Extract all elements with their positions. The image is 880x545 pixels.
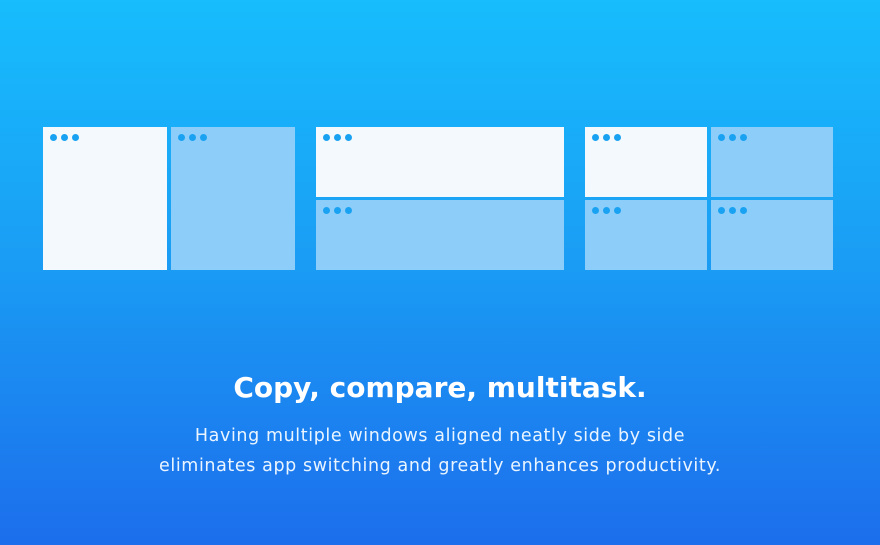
- window-controls-icon: [592, 207, 621, 214]
- window-top-left-panel: [585, 127, 707, 197]
- dot-icon: [718, 134, 725, 141]
- subtitle-line-2: eliminates app switching and greatly enh…: [159, 456, 721, 476]
- dot-icon: [740, 134, 747, 141]
- window-top-panel: [316, 127, 564, 197]
- layout-illustrations: [0, 0, 880, 300]
- subtitle-line-1: Having multiple windows aligned neatly s…: [194, 426, 686, 446]
- dot-icon: [50, 134, 57, 141]
- dot-icon: [345, 207, 352, 214]
- dot-icon: [614, 134, 621, 141]
- dot-icon: [718, 207, 725, 214]
- window-bottom-left-panel: [585, 200, 707, 270]
- dot-icon: [614, 207, 621, 214]
- dot-icon: [729, 134, 736, 141]
- window-controls-icon: [50, 134, 79, 141]
- window-controls-icon: [178, 134, 207, 141]
- window-bottom-right-panel: [711, 200, 833, 270]
- window-bottom-panel: [316, 200, 564, 270]
- dot-icon: [592, 134, 599, 141]
- window-controls-icon: [718, 207, 747, 214]
- layout-two-columns: [43, 127, 295, 270]
- window-right-panel: [171, 127, 295, 270]
- dot-icon: [334, 134, 341, 141]
- dot-icon: [603, 207, 610, 214]
- dot-icon: [178, 134, 185, 141]
- window-controls-icon: [718, 134, 747, 141]
- dot-icon: [189, 134, 196, 141]
- dot-icon: [323, 134, 330, 141]
- dot-icon: [592, 207, 599, 214]
- dot-icon: [72, 134, 79, 141]
- window-left-panel: [43, 127, 167, 270]
- window-controls-icon: [323, 207, 352, 214]
- dot-icon: [61, 134, 68, 141]
- dot-icon: [334, 207, 341, 214]
- dot-icon: [740, 207, 747, 214]
- dot-icon: [323, 207, 330, 214]
- dot-icon: [729, 207, 736, 214]
- layout-two-rows: [316, 127, 564, 270]
- window-controls-icon: [592, 134, 621, 141]
- dot-icon: [345, 134, 352, 141]
- window-top-right-panel: [711, 127, 833, 197]
- dot-icon: [200, 134, 207, 141]
- headline: Copy, compare, multitask.: [233, 371, 647, 404]
- layout-four-quadrants: [585, 127, 833, 270]
- window-controls-icon: [323, 134, 352, 141]
- dot-icon: [603, 134, 610, 141]
